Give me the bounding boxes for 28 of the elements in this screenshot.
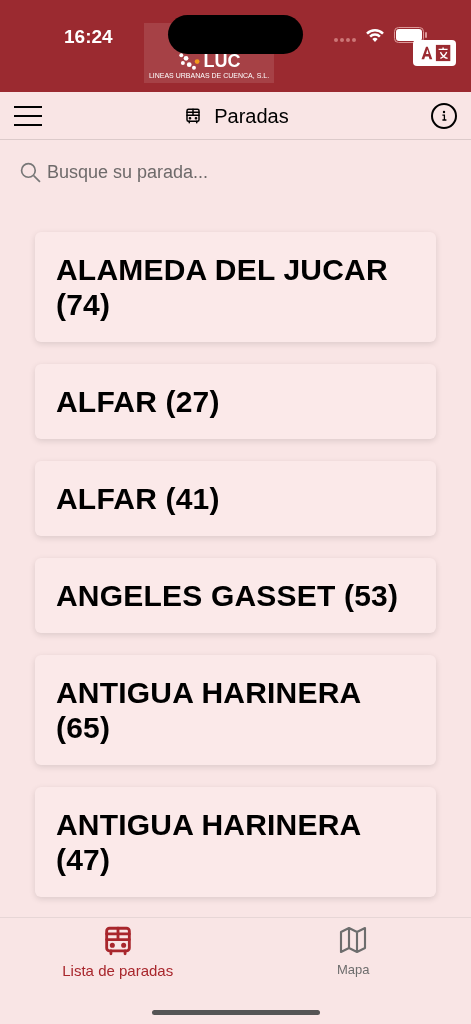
stop-name: ANTIGUA HARINERA (47) (56, 807, 362, 877)
stop-card[interactable]: ANTIGUA HARINERA (47) (35, 787, 436, 897)
search-field[interactable]: Busque su parada... (47, 158, 451, 186)
bus-icon (184, 106, 203, 125)
logo-mark: LUC (203, 52, 241, 71)
tab[interactable]: Lista de paradas (0, 918, 236, 983)
page-title: Paradas (214, 103, 289, 129)
info-icon (440, 109, 448, 122)
search-icon (20, 161, 41, 183)
stop-card[interactable]: ALAMEDA DEL JUCAR (74) (35, 232, 436, 342)
wifi-icon (364, 26, 386, 42)
translate-icon[interactable] (413, 40, 456, 66)
signal-icon (334, 38, 358, 42)
status-time: 16:24 (64, 25, 113, 49)
stop-card[interactable]: ALFAR (27) (35, 364, 436, 439)
battery-icon (394, 27, 428, 43)
tab[interactable]: Mapa (235, 918, 471, 983)
menu-button[interactable] (14, 105, 42, 126)
stop-name: ANTIGUA HARINERA (65) (56, 675, 362, 745)
stop-name: ALAMEDA DEL JUCAR (74) (56, 252, 389, 322)
info-button[interactable] (431, 102, 457, 129)
stop-name: ALFAR (41) (56, 481, 221, 516)
dots-icon (177, 52, 202, 71)
stop-card[interactable]: ALFAR (41) (35, 461, 436, 536)
stop-card[interactable]: ANTIGUA HARINERA (65) (35, 655, 436, 765)
stop-name: ALFAR (27) (56, 384, 221, 419)
stop-name: ANGELES GASSET (53) (56, 578, 400, 613)
stop-card[interactable]: ANGELES GASSET (53) (35, 558, 436, 633)
